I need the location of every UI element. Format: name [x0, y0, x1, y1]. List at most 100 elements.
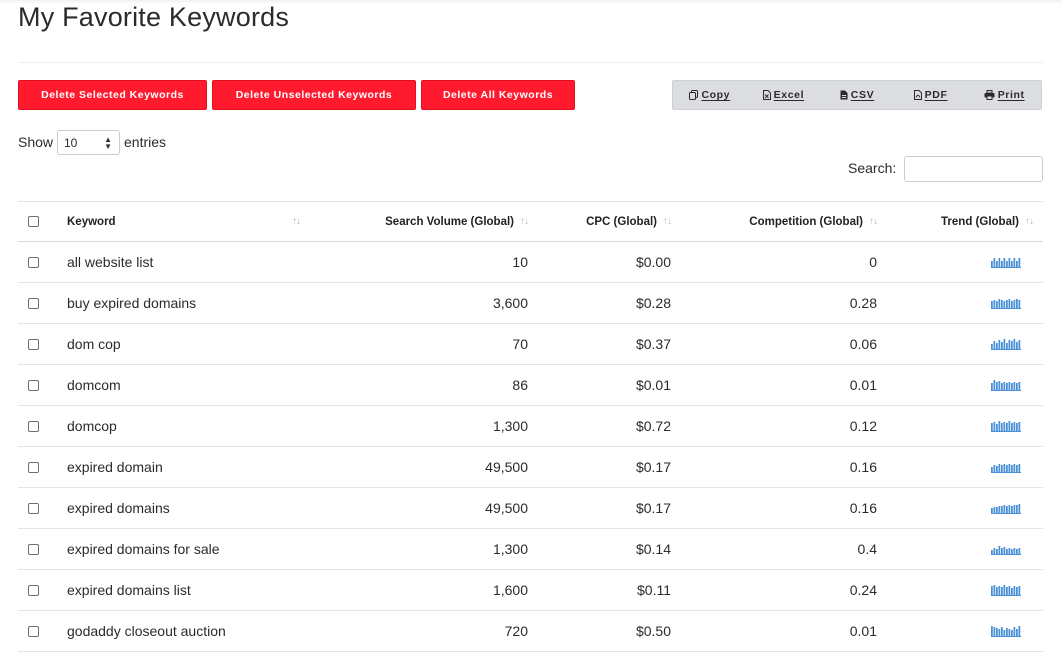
- table-row[interactable]: all website list 10 $0.00 0: [18, 242, 1043, 283]
- trend-bar: [996, 301, 998, 308]
- header-competition[interactable]: Competition (Global) ↑↓: [680, 202, 878, 241]
- trend-bar: [1016, 383, 1018, 390]
- keyword-cell: all website list: [67, 254, 154, 270]
- cpc-cell: $0.11: [637, 582, 671, 598]
- trend-bar: [1008, 258, 1011, 267]
- trend-bar: [993, 341, 996, 349]
- table-row[interactable]: buy expired domains 3,600 $0.28 0.28: [18, 283, 1043, 324]
- row-select-cell: [18, 529, 48, 569]
- csv-label: CSV: [850, 89, 875, 101]
- row-select-cell: [18, 611, 48, 651]
- row-checkbox[interactable]: [27, 461, 39, 473]
- table-row[interactable]: expired domain 49,500 $0.17 0.16: [18, 447, 1043, 488]
- trend-sparkline: [991, 258, 1021, 268]
- trend-bar: [1018, 382, 1021, 390]
- trend-bar: [996, 424, 998, 431]
- trend-bar: [998, 629, 1001, 636]
- trend-bar: [993, 380, 996, 390]
- table-header-row: Keyword ↑↓ Search Volume (Global) ↑↓ CPC…: [18, 201, 1043, 242]
- trend-bar: [1011, 630, 1013, 636]
- row-checkbox[interactable]: [27, 256, 39, 268]
- row-checkbox[interactable]: [27, 338, 39, 350]
- trend-sparkline: [991, 585, 1021, 596]
- title-divider: [18, 62, 1043, 63]
- search-volume-cell: 49,500: [485, 500, 528, 516]
- copy-button[interactable]: Copy: [673, 81, 747, 109]
- trend-bar: [1011, 465, 1013, 472]
- header-trend[interactable]: Trend (Global) ↑↓: [890, 202, 1034, 241]
- row-checkbox[interactable]: [27, 297, 39, 309]
- excel-button[interactable]: Excel: [747, 81, 821, 109]
- table-row[interactable]: expired domains for sale 1,300 $0.14 0.4: [18, 529, 1043, 570]
- trend-bar: [993, 548, 996, 554]
- row-select-cell: [18, 242, 48, 282]
- competition-cell: 0.16: [849, 459, 877, 475]
- trend-bar: [1001, 548, 1003, 554]
- trend-baseline: [991, 472, 1021, 473]
- table-body: all website list 10 $0.00 0 buy expired doma…: [18, 242, 1043, 652]
- table-row[interactable]: domcop 1,300 $0.72 0.12: [18, 406, 1043, 447]
- entries-per-page-select[interactable]: 10 ▲ ▼: [57, 130, 120, 155]
- trend-bar: [1003, 464, 1006, 472]
- trend-bar: [1003, 301, 1006, 308]
- cpc-cell: $0.28: [635, 295, 671, 311]
- trend-bar: [1006, 383, 1008, 390]
- sort-arrows-icon: ↑↓: [1025, 216, 1034, 227]
- copy-label: Copy: [701, 89, 731, 101]
- entries-label: entries: [124, 134, 167, 150]
- trend-bar: [1013, 586, 1016, 595]
- search-volume-cell: 49,500: [485, 459, 528, 475]
- row-select-cell: [18, 570, 48, 610]
- table-row[interactable]: domcom 86 $0.01 0.01: [18, 365, 1043, 406]
- select-all-checkbox[interactable]: [27, 216, 39, 227]
- header-search-volume[interactable]: Search Volume (Global) ↑↓: [318, 202, 529, 241]
- trend-bar: [998, 299, 1001, 308]
- trend-bar: [1006, 300, 1008, 308]
- trend-bar: [1003, 422, 1006, 431]
- row-checkbox[interactable]: [27, 502, 39, 514]
- cpc-cell: $0.37: [635, 336, 671, 352]
- trend-bar: [993, 585, 996, 595]
- trend-bar: [1013, 548, 1016, 554]
- table-row[interactable]: expired domains list 1,600 $0.11 0.24: [18, 570, 1043, 611]
- search-input[interactable]: [904, 156, 1043, 182]
- trend-sparkline: [991, 464, 1021, 473]
- trend-bar: [993, 507, 996, 513]
- trend-bar: [1008, 505, 1011, 513]
- delete-selected-keywords-button[interactable]: Delete Selected Keywords: [18, 80, 207, 110]
- table-row[interactable]: godaddy closeout auction 720 $0.50 0.01: [18, 611, 1043, 652]
- show-label: Show: [18, 134, 54, 150]
- row-checkbox[interactable]: [27, 379, 39, 391]
- trend-bar: [1016, 261, 1018, 267]
- trend-sparkline: [991, 299, 1021, 309]
- search-volume-cell: 10: [512, 254, 528, 270]
- table-row[interactable]: dom cop 70 $0.37 0.06: [18, 324, 1043, 365]
- row-checkbox[interactable]: [27, 420, 39, 432]
- trend-bar: [991, 261, 993, 267]
- header-keyword[interactable]: Keyword: [67, 202, 307, 241]
- trend-bar: [1013, 627, 1016, 636]
- csv-button[interactable]: CSV: [820, 81, 894, 109]
- row-checkbox[interactable]: [27, 543, 39, 555]
- row-checkbox[interactable]: [27, 625, 39, 637]
- keywords-table: Keyword ↑↓ Search Volume (Global) ↑↓ CPC…: [18, 201, 1043, 652]
- trend-bar: [1011, 301, 1013, 308]
- trend-bar: [1008, 340, 1011, 349]
- pdf-button[interactable]: PDF: [894, 81, 968, 109]
- trend-bar: [1016, 299, 1018, 308]
- trend-sparkline: [991, 421, 1021, 432]
- table-row[interactable]: expired domains 49,500 $0.17 0.16: [18, 488, 1043, 529]
- trend-bar: [1006, 343, 1008, 349]
- trend-bar: [991, 383, 993, 390]
- delete-unselected-keywords-button[interactable]: Delete Unselected Keywords: [212, 80, 416, 110]
- delete-all-keywords-button[interactable]: Delete All Keywords: [421, 80, 575, 110]
- trend-baseline: [991, 349, 1021, 350]
- row-checkbox[interactable]: [27, 584, 39, 596]
- print-button[interactable]: Print: [967, 81, 1041, 109]
- competition-cell: 0: [869, 254, 877, 270]
- copy-icon: [689, 90, 699, 100]
- trend-bar: [1006, 261, 1008, 267]
- sort-arrows-icon[interactable]: ↑↓: [292, 202, 301, 241]
- header-cpc[interactable]: CPC (Global) ↑↓: [538, 202, 672, 241]
- search-volume-cell: 3,600: [492, 295, 528, 311]
